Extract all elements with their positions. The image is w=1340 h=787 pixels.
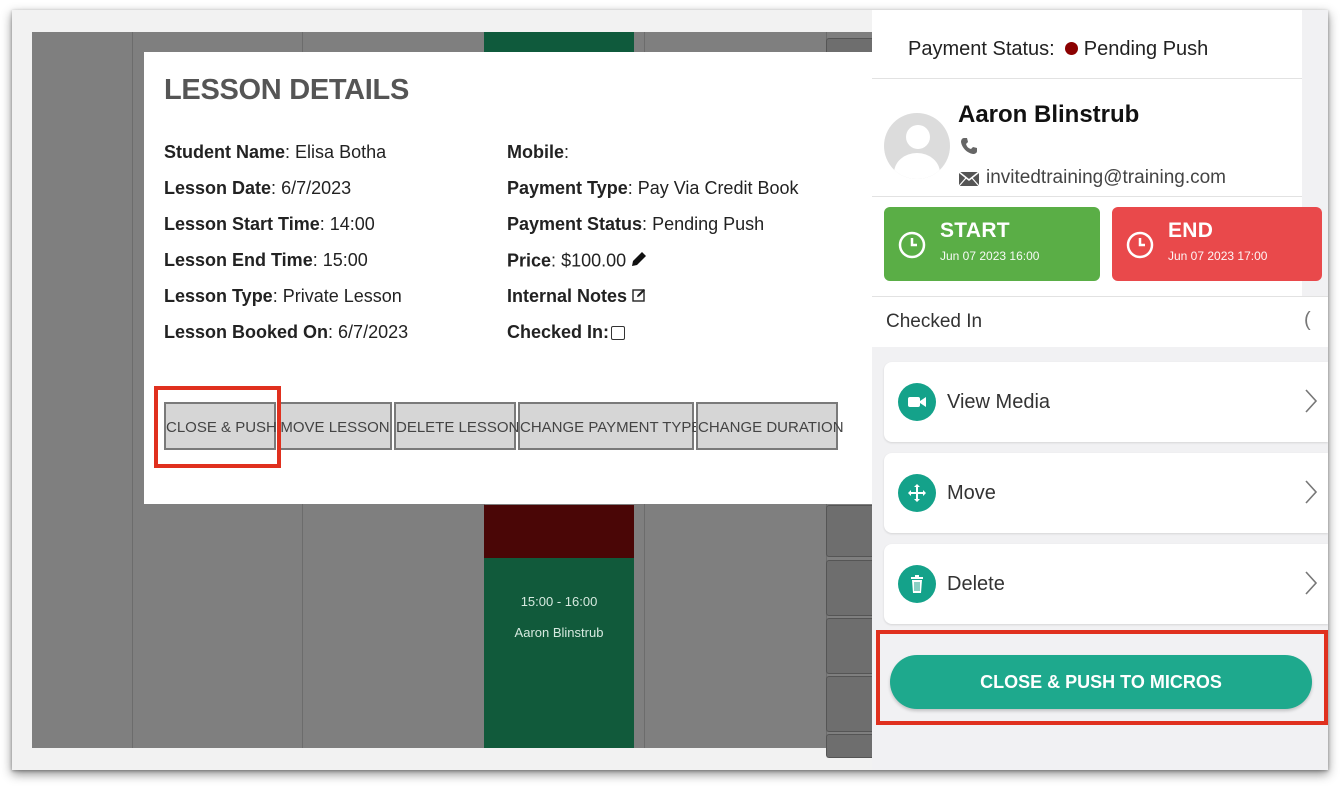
avatar	[884, 113, 950, 179]
time-actions: START Jun 07 2023 16:00 END Jun 07 2023 …	[872, 196, 1322, 297]
field-label: Mobile	[507, 142, 564, 162]
calendar-column-divider	[132, 32, 133, 748]
field-lesson-start-time: Lesson Start Time: 14:00	[164, 214, 375, 234]
field-label: Payment Type	[507, 178, 628, 198]
field-value: Pay Via Credit Book	[637, 178, 799, 198]
menu-item-move[interactable]: Move	[884, 453, 1328, 533]
payment-status-bar: Payment Status: Pending Push	[872, 10, 1302, 78]
calendar-slot[interactable]	[826, 734, 873, 758]
delete-lesson-button[interactable]: DELETE LESSON	[394, 402, 519, 450]
calendar-event-aaron[interactable]: 15:00 - 16:00 Aaron Blinstrub	[484, 558, 634, 748]
clock-icon	[898, 231, 926, 264]
field-payment-status: Payment Status: Pending Push	[507, 214, 765, 234]
checked-in-row[interactable]: Checked In (	[872, 296, 1328, 347]
chevron-right-icon	[1304, 388, 1318, 419]
edit-icon[interactable]	[631, 287, 647, 308]
field-payment-type: Payment Type: Pay Via Credit Book	[507, 178, 799, 198]
trash-icon	[898, 565, 936, 603]
checked-in-label: Checked In	[886, 311, 983, 332]
start-button[interactable]: START Jun 07 2023 16:00	[884, 207, 1100, 281]
field-label: Lesson Date	[164, 178, 272, 198]
event-time: 15:00 - 16:00	[520, 594, 598, 609]
end-label: END	[1168, 219, 1214, 242]
field-value: 6/7/2023	[338, 322, 409, 342]
calendar-event-block[interactable]	[484, 505, 634, 558]
pencil-icon[interactable]	[630, 250, 648, 273]
end-button[interactable]: END Jun 07 2023 17:00	[1112, 207, 1322, 281]
calendar-grid: 15:00 - 16:00 Aaron Blinstrub LESSON DET…	[12, 10, 873, 770]
field-value: Elisa Botha	[295, 142, 387, 162]
payment-status-value: Pending Push	[1083, 38, 1209, 60]
modal-title: LESSON DETAILS	[164, 74, 410, 106]
move-lesson-button[interactable]: MOVE LESSON	[278, 402, 392, 450]
menu-item-view-media[interactable]: View Media	[884, 362, 1328, 442]
screenshot-frame: 15:00 - 16:00 Aaron Blinstrub LESSON DET…	[12, 10, 1328, 770]
field-lesson-date: Lesson Date: 6/7/2023	[164, 178, 352, 198]
field-internal-notes: Internal Notes	[507, 286, 799, 322]
menu-item-label: Delete	[947, 573, 1005, 595]
field-lesson-booked-on: Lesson Booked On: 6/7/2023	[164, 322, 409, 342]
menu-item-label: Move	[947, 482, 996, 504]
payment-status-label: Payment Status:	[908, 38, 1055, 60]
move-icon	[898, 474, 936, 512]
field-label: Payment Status	[507, 214, 643, 234]
field-label: Checked In	[507, 322, 604, 342]
user-name: Aaron Blinstrub	[958, 101, 1140, 128]
field-label: Lesson End Time	[164, 250, 313, 270]
calendar-left-margin	[12, 10, 32, 770]
field-student-name: Student Name: Elisa Botha	[164, 142, 387, 162]
calendar-bottom-margin	[12, 748, 872, 770]
field-label: Student Name	[164, 142, 286, 162]
calendar-slot[interactable]	[826, 676, 873, 732]
menu-item-label: View Media	[947, 391, 1051, 413]
highlight-box	[154, 386, 281, 468]
user-card: Aaron Blinstrub invitedtraining@training…	[872, 78, 1302, 197]
field-checked-in: Checked In:	[507, 322, 799, 358]
field-label: Price	[507, 250, 552, 271]
field-lesson-end-time: Lesson End Time: 15:00	[164, 250, 368, 270]
field-label: Lesson Type	[164, 286, 273, 306]
chevron-right-icon	[1304, 479, 1318, 510]
chevron-right-icon	[1304, 570, 1318, 601]
clock-icon	[1126, 231, 1154, 264]
start-time: Jun 07 2023 16:00	[940, 249, 1040, 263]
mail-icon	[958, 171, 980, 192]
status-dot-icon	[1064, 42, 1078, 56]
field-value: Private Lesson	[282, 286, 402, 306]
field-value: Pending Push	[652, 214, 765, 234]
field-value: $100.00	[561, 250, 627, 271]
calendar-slot[interactable]	[826, 618, 873, 674]
calendar-top-margin	[12, 10, 872, 32]
menu-item-delete[interactable]: Delete	[884, 544, 1328, 624]
calendar-slot[interactable]	[826, 505, 873, 557]
field-price: Price: $100.00	[507, 250, 799, 286]
field-value: 6/7/2023	[281, 178, 352, 198]
calendar-slot[interactable]	[826, 560, 873, 616]
checked-in-checkbox[interactable]	[611, 326, 626, 341]
checked-in-toggle[interactable]: (	[1304, 309, 1311, 332]
field-label: Internal Notes	[507, 286, 628, 306]
field-label: Lesson Start Time	[164, 214, 320, 234]
field-label: Lesson Booked On	[164, 322, 329, 342]
change-duration-button[interactable]: CHANGE DURATION	[696, 402, 844, 450]
field-mobile: Mobile:	[507, 142, 570, 162]
field-value: 15:00	[322, 250, 368, 270]
event-name: Aaron Blinstrub	[514, 625, 604, 640]
video-icon	[898, 383, 936, 421]
phone-icon[interactable]	[960, 137, 978, 160]
end-time: Jun 07 2023 17:00	[1168, 249, 1268, 263]
field-lesson-type: Lesson Type: Private Lesson	[164, 286, 402, 306]
field-value: 14:00	[329, 214, 375, 234]
highlight-box	[876, 630, 1328, 725]
user-email: invitedtraining@training.com	[986, 167, 1227, 188]
change-payment-type-button[interactable]: CHANGE PAYMENT TYPE	[518, 402, 701, 450]
payment-status: Payment Status: Pending Push	[908, 38, 1208, 61]
start-label: START	[940, 219, 1010, 242]
lesson-fields-left: Student Name: Elisa Botha Lesson Date: 6…	[164, 142, 408, 358]
lesson-fields-right: Mobile: Payment Type: Pay Via Credit Boo…	[507, 142, 799, 358]
